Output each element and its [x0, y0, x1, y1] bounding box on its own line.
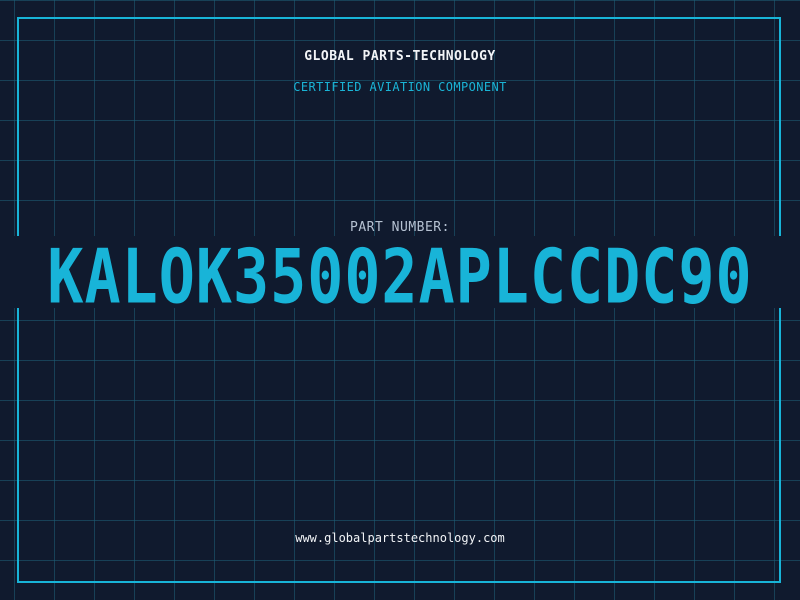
website-url[interactable]: www.globalpartstechnology.com: [0, 531, 800, 545]
part-number-value: KALOK35002APLCCDC90: [47, 236, 753, 308]
part-label-card: GLOBAL PARTS-TECHNOLOGY CERTIFIED AVIATI…: [0, 0, 800, 600]
company-name: GLOBAL PARTS-TECHNOLOGY: [304, 49, 496, 64]
part-number-band: KALOK35002APLCCDC90: [0, 236, 800, 308]
certification-tagline: CERTIFIED AVIATION COMPONENT: [293, 80, 507, 94]
part-number-label: PART NUMBER:: [350, 220, 450, 235]
